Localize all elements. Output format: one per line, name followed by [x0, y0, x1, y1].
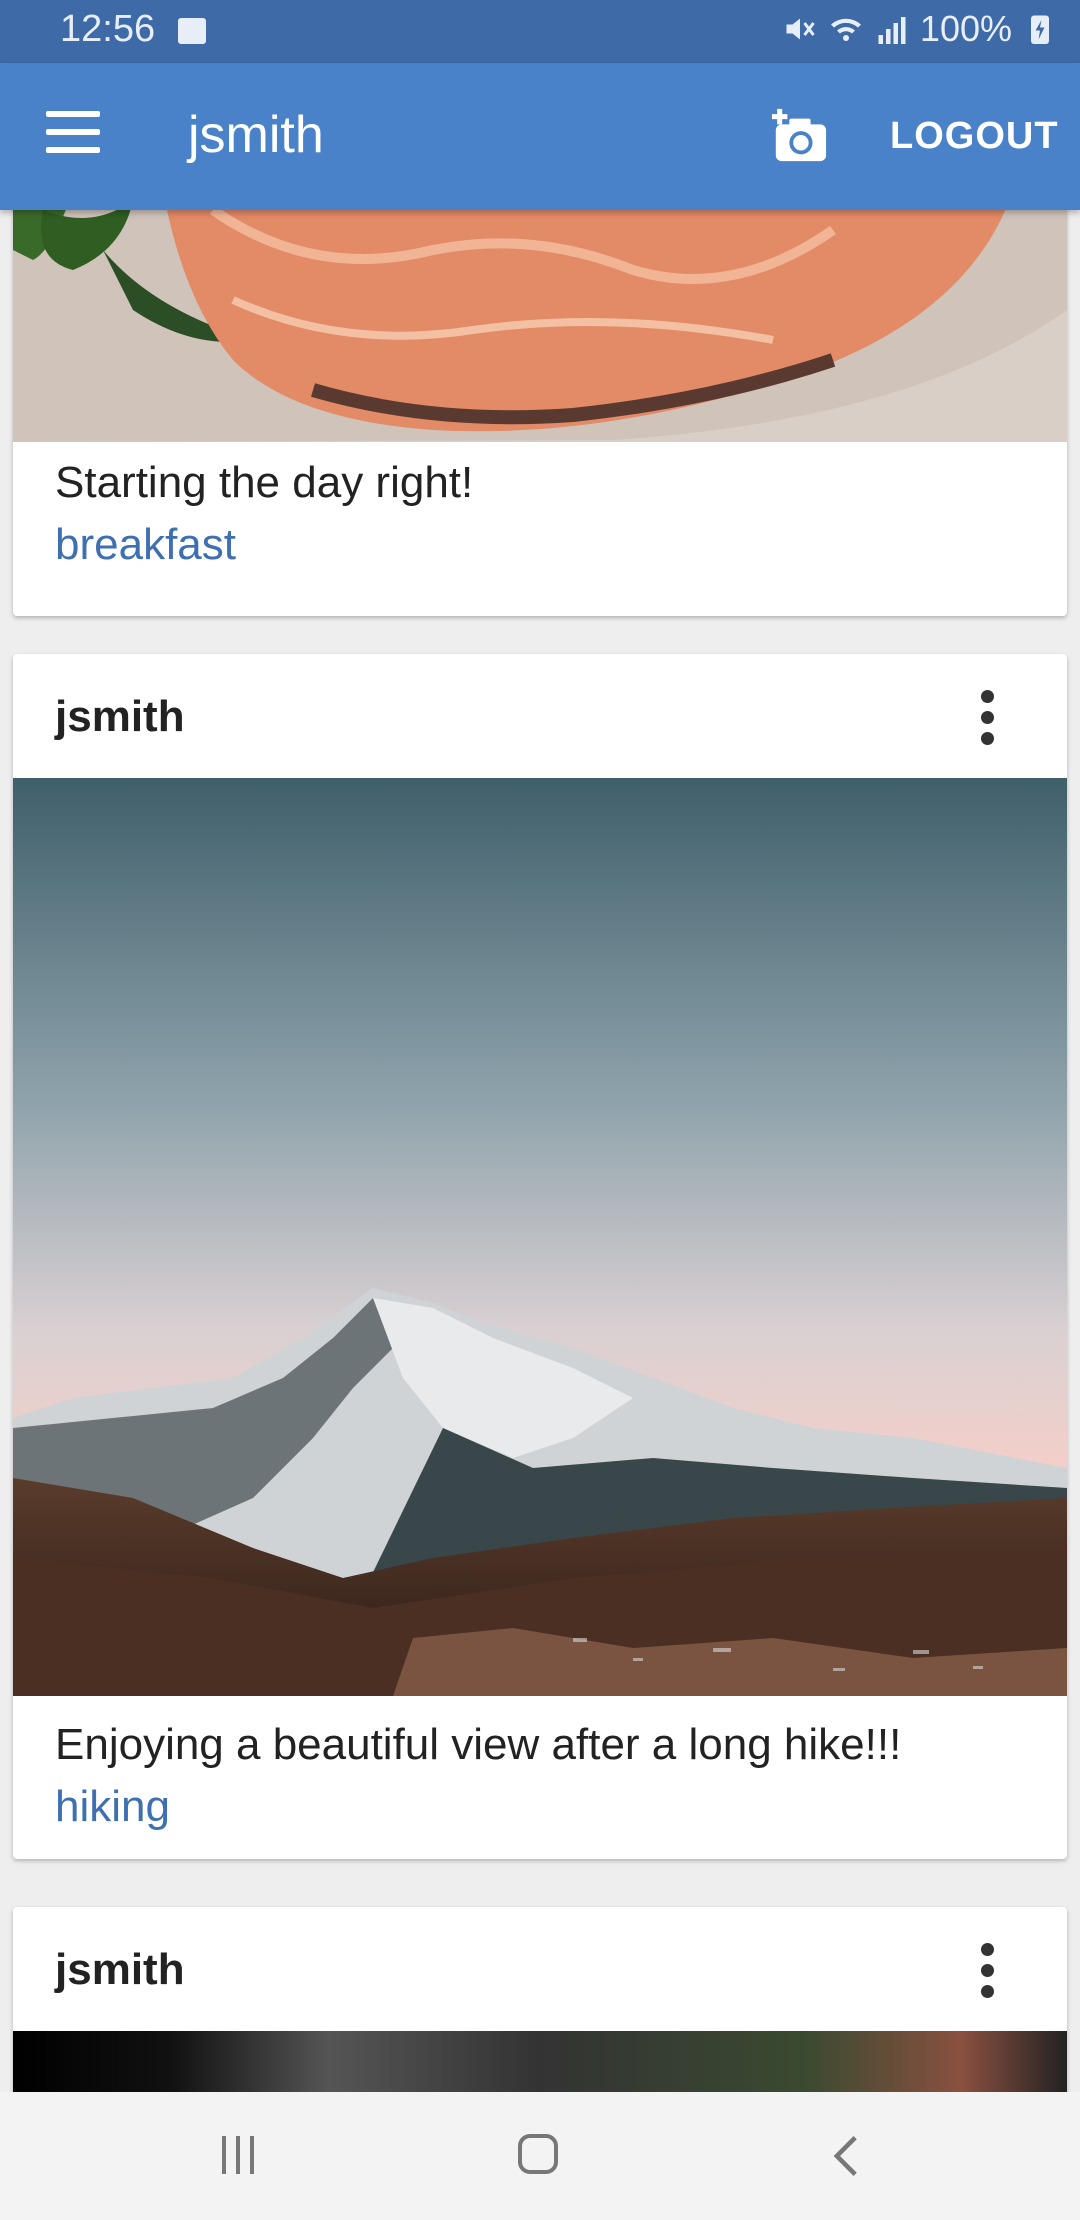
recent-apps-icon[interactable] [218, 2136, 258, 2176]
post-card: jsmith [13, 1907, 1067, 2092]
post-card: jsmith [13, 654, 1067, 1859]
signal-icon [878, 17, 906, 44]
add-photo-icon[interactable] [768, 107, 830, 165]
post-header: jsmith [13, 1907, 1067, 2031]
status-bar: 12:56 100% [0, 0, 1080, 63]
battery-charging-icon [1031, 15, 1049, 44]
system-nav-bar [0, 2092, 1080, 2220]
battery-level: 100% [919, 8, 1012, 49]
back-icon[interactable] [826, 2134, 866, 2178]
status-right-group: 100% [782, 8, 1058, 50]
post-caption: Starting the day right! [55, 458, 474, 507]
wifi-icon [830, 18, 861, 41]
post-photo-salmon[interactable] [13, 210, 1067, 442]
post-feed[interactable]: Starting the day right! breakfast jsmith [0, 210, 1080, 2092]
post-tag[interactable]: hiking [55, 1782, 170, 1832]
salmon-dish-image [13, 210, 1067, 442]
status-time: 12:56 [60, 8, 156, 50]
image-icon [178, 18, 206, 44]
more-options-icon[interactable] [981, 1943, 997, 1999]
more-options-icon[interactable] [981, 690, 997, 746]
page-title: jsmith [188, 106, 324, 164]
logout-button[interactable]: LOGOUT [890, 115, 1059, 158]
mountain-landscape-image [13, 778, 1067, 1696]
post-card: Starting the day right! breakfast [13, 210, 1067, 616]
mute-icon [786, 18, 815, 40]
post-tag[interactable]: breakfast [55, 520, 236, 570]
post-username[interactable]: jsmith [55, 692, 185, 742]
app-bar: jsmith LOGOUT [0, 63, 1080, 210]
post-caption: Enjoying a beautiful view after a long h… [55, 1720, 902, 1769]
post-photo-dark[interactable] [13, 2031, 1067, 2092]
home-icon[interactable] [518, 2134, 558, 2174]
post-username[interactable]: jsmith [55, 1945, 185, 1995]
menu-icon[interactable] [40, 111, 106, 163]
post-photo-mountain[interactable] [13, 778, 1067, 1696]
post-header: jsmith [13, 654, 1067, 778]
